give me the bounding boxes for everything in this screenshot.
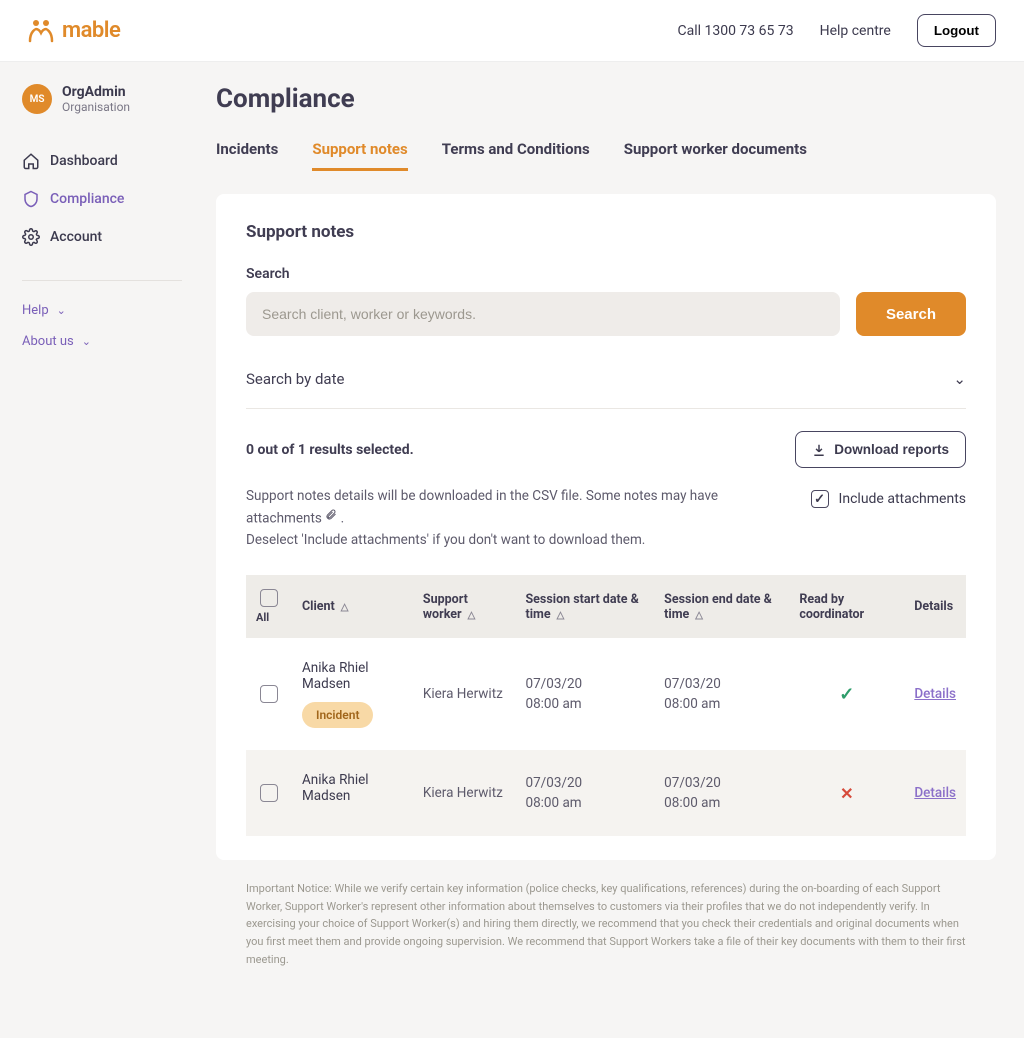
- worker-name: Kiera Herwitz: [413, 750, 516, 836]
- support-notes-card: Support notes Search Search Search by da…: [216, 194, 996, 860]
- sidebar-item-label: Compliance: [50, 191, 124, 207]
- header-actions: Call 1300 73 65 73 Help centre Logout: [677, 14, 996, 47]
- page-title: Compliance: [216, 84, 996, 114]
- nav-divider: [22, 280, 182, 281]
- incident-badge: Incident: [302, 702, 373, 728]
- client-name: Anika Rhiel Madsen: [302, 660, 403, 692]
- col-details: Details: [904, 575, 966, 638]
- org-avatar: MS: [22, 84, 52, 114]
- checkbox-icon: [811, 490, 829, 508]
- gear-icon: [22, 228, 40, 246]
- search-by-date-label: Search by date: [246, 370, 344, 388]
- chevron-down-icon: ⌄: [82, 335, 91, 348]
- divider: [246, 408, 966, 409]
- sidebar: MS OrgAdmin Organisation Dashboard Compl…: [0, 62, 200, 1038]
- brand-text: mable: [62, 18, 120, 43]
- chevron-down-icon: ⌄: [57, 304, 66, 317]
- nav-group: Dashboard Compliance Account: [22, 142, 182, 256]
- results-selected-text: 0 out of 1 results selected.: [246, 442, 414, 458]
- tab-terms[interactable]: Terms and Conditions: [442, 140, 590, 171]
- row-checkbox[interactable]: [260, 784, 278, 802]
- tab-incidents[interactable]: Incidents: [216, 140, 278, 171]
- org-block[interactable]: MS OrgAdmin Organisation: [22, 84, 182, 114]
- support-notes-table: All Client△ Support worker△ Session star…: [246, 575, 966, 836]
- tab-bar: Incidents Support notes Terms and Condit…: [216, 140, 996, 172]
- col-end[interactable]: Session end date & time△: [654, 575, 789, 638]
- logout-button[interactable]: Logout: [917, 14, 996, 47]
- col-start[interactable]: Session start date & time△: [515, 575, 654, 638]
- chevron-down-icon: ⌄: [953, 370, 966, 388]
- sidebar-item-dashboard[interactable]: Dashboard: [22, 142, 182, 180]
- tab-sw-documents[interactable]: Support worker documents: [624, 140, 807, 171]
- include-attachments-checkbox[interactable]: Include attachments: [811, 486, 966, 508]
- search-by-date-toggle[interactable]: Search by date ⌄: [246, 360, 966, 408]
- sort-icon: △: [557, 610, 565, 621]
- home-icon: [22, 152, 40, 170]
- col-read: Read by coordinator: [789, 575, 904, 638]
- sort-icon: △: [468, 610, 476, 621]
- org-sub: Organisation: [62, 100, 130, 114]
- brand-icon: [28, 19, 56, 43]
- brand-logo[interactable]: mable: [28, 18, 120, 43]
- client-name: Anika Rhiel Madsen: [302, 772, 403, 804]
- session-start: 07/03/2008:00 am: [515, 638, 654, 750]
- sidebar-help-link[interactable]: Help ⌄: [22, 295, 182, 326]
- section-title: Support notes: [246, 222, 966, 242]
- col-select-all[interactable]: All: [246, 575, 292, 638]
- phone-text: Call 1300 73 65 73: [677, 23, 793, 39]
- footer-notice: Important Notice: While we verify certai…: [216, 860, 996, 998]
- row-checkbox[interactable]: [260, 685, 278, 703]
- download-note: Support notes details will be downloaded…: [246, 486, 766, 551]
- table-row: Anika Rhiel Madsen Kiera Herwitz 07/03/2…: [246, 750, 966, 836]
- attachment-icon: [325, 508, 337, 530]
- org-name: OrgAdmin: [62, 84, 130, 100]
- sidebar-item-label: Account: [50, 229, 102, 245]
- sidebar-item-account[interactable]: Account: [22, 218, 182, 256]
- main-content: Compliance Incidents Support notes Terms…: [200, 62, 1024, 1038]
- download-reports-button[interactable]: Download reports: [795, 431, 966, 468]
- details-link[interactable]: Details: [914, 686, 956, 702]
- table-row: Anika Rhiel Madsen Incident Kiera Herwit…: [246, 638, 966, 750]
- read-no-icon: ✕: [799, 784, 894, 803]
- tab-support-notes[interactable]: Support notes: [312, 140, 407, 171]
- session-end: 07/03/2008:00 am: [654, 638, 789, 750]
- sort-icon: △: [341, 602, 349, 613]
- col-client[interactable]: Client△: [292, 575, 413, 638]
- checkbox-icon[interactable]: [260, 589, 278, 607]
- details-link[interactable]: Details: [914, 785, 956, 801]
- worker-name: Kiera Herwitz: [413, 638, 516, 750]
- col-worker[interactable]: Support worker△: [413, 575, 516, 638]
- shield-icon: [22, 190, 40, 208]
- help-centre-link[interactable]: Help centre: [820, 23, 891, 39]
- sort-icon: △: [695, 610, 703, 621]
- session-start: 07/03/2008:00 am: [515, 750, 654, 836]
- download-icon: [812, 443, 826, 457]
- search-input[interactable]: [246, 292, 840, 336]
- app-header: mable Call 1300 73 65 73 Help centre Log…: [0, 0, 1024, 62]
- read-yes-icon: ✓: [799, 684, 894, 705]
- search-button[interactable]: Search: [856, 292, 966, 336]
- session-end: 07/03/2008:00 am: [654, 750, 789, 836]
- sidebar-item-compliance[interactable]: Compliance: [22, 180, 182, 218]
- sidebar-about-link[interactable]: About us ⌄: [22, 326, 182, 357]
- sidebar-item-label: Dashboard: [50, 153, 118, 169]
- search-label: Search: [246, 266, 966, 282]
